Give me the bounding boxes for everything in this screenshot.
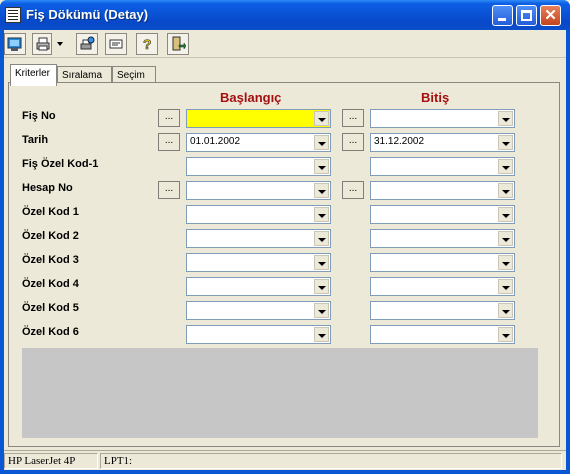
ozel-kod-6-end-combo[interactable] <box>370 325 515 344</box>
criteria-panel: Başlangıç Bitiş Fiş No ... ... Tarih ...… <box>8 82 560 447</box>
combo-value: 01.01.2002 <box>190 136 241 147</box>
client-area: ? Kriterler Sıralama Seçim Başlangıç Bit… <box>4 30 566 470</box>
hesap-no-end-combo[interactable] <box>370 181 515 200</box>
ozel-kod-4-end-combo[interactable] <box>370 277 515 296</box>
tarih-start-combo[interactable]: 01.01.2002 <box>186 133 331 152</box>
chevron-down-icon[interactable] <box>498 255 513 270</box>
ozel-kod-5-end-combo[interactable] <box>370 301 515 320</box>
minimize-button[interactable] <box>492 5 513 26</box>
title-bar[interactable]: Fiş Dökümü (Detay) ✕ <box>0 0 570 30</box>
chevron-down-icon[interactable] <box>314 183 329 198</box>
preview-icon <box>7 37 22 51</box>
preview-button[interactable] <box>4 33 26 55</box>
tarih-end-lookup-button[interactable]: ... <box>342 133 364 151</box>
ozel-kod-5-start-combo[interactable] <box>186 301 331 320</box>
fis-ozel-kod-1-end-combo[interactable] <box>370 157 515 176</box>
export-button[interactable] <box>105 33 127 55</box>
fis-no-start-combo[interactable] <box>186 109 331 128</box>
exit-icon <box>172 36 186 51</box>
ozel-kod-1-start-combo[interactable] <box>186 205 331 224</box>
chevron-down-icon[interactable] <box>314 279 329 294</box>
chevron-down-icon[interactable] <box>498 327 513 342</box>
help-button[interactable]: ? <box>136 33 158 55</box>
help-icon: ? <box>143 36 152 52</box>
exit-button[interactable] <box>167 33 189 55</box>
row-label-ozel-kod-2: Özel Kod 2 <box>22 230 79 242</box>
chevron-down-icon[interactable] <box>498 207 513 222</box>
tarih-start-lookup-button[interactable]: ... <box>158 133 180 151</box>
chevron-down-icon[interactable] <box>314 327 329 342</box>
chevron-down-icon[interactable] <box>314 231 329 246</box>
chevron-down-icon[interactable] <box>314 111 329 126</box>
chevron-down-icon[interactable] <box>498 303 513 318</box>
row-label-ozel-kod-4: Özel Kod 4 <box>22 278 79 290</box>
chevron-down-icon[interactable] <box>498 159 513 174</box>
chevron-down-icon[interactable] <box>314 255 329 270</box>
fis-no-end-lookup-button[interactable]: ... <box>342 109 364 127</box>
status-bar: HP LaserJet 4P LPT1: <box>4 450 566 470</box>
ozel-kod-2-start-combo[interactable] <box>186 229 331 248</box>
row-label-ozel-kod-1: Özel Kod 1 <box>22 206 79 218</box>
ozel-kod-4-start-combo[interactable] <box>186 277 331 296</box>
chevron-down-icon[interactable] <box>314 159 329 174</box>
row-label-hesap-no: Hesap No <box>22 182 73 194</box>
ozel-kod-1-end-combo[interactable] <box>370 205 515 224</box>
tab-label: Kriterler <box>15 68 51 79</box>
main-window: Fiş Dökümü (Detay) ✕ ? Kriterler Sıralam… <box>0 0 570 474</box>
row-label-tarih: Tarih <box>22 134 49 146</box>
tab-label: Sıralama <box>62 70 103 81</box>
fis-no-end-combo[interactable] <box>370 109 515 128</box>
chevron-down-icon[interactable] <box>314 207 329 222</box>
chevron-down-icon[interactable] <box>498 183 513 198</box>
chevron-down-icon[interactable] <box>498 135 513 150</box>
fis-no-start-lookup-button[interactable]: ... <box>158 109 180 127</box>
end-column-heading: Bitiş <box>421 90 450 105</box>
printer-icon <box>36 37 50 51</box>
tab-kriterler[interactable]: Kriterler <box>10 64 57 86</box>
hesap-no-start-combo[interactable] <box>186 181 331 200</box>
status-printer: HP LaserJet 4P <box>4 453 98 469</box>
row-label-ozel-kod-6: Özel Kod 6 <box>22 326 79 338</box>
row-label-ozel-kod-3: Özel Kod 3 <box>22 254 79 266</box>
svg-text:?: ? <box>143 36 152 52</box>
export-icon <box>109 39 123 49</box>
window-title: Fiş Dökümü (Detay) <box>26 7 149 22</box>
app-icon <box>5 7 21 23</box>
maximize-button[interactable] <box>516 5 537 26</box>
chevron-down-icon[interactable] <box>498 111 513 126</box>
toolbar: ? <box>4 30 566 58</box>
print-button[interactable] <box>32 33 52 55</box>
status-port: LPT1: <box>100 453 562 469</box>
ozel-kod-2-end-combo[interactable] <box>370 229 515 248</box>
hesap-no-start-lookup-button[interactable]: ... <box>158 181 180 199</box>
fis-ozel-kod-1-start-combo[interactable] <box>186 157 331 176</box>
ozel-kod-3-start-combo[interactable] <box>186 253 331 272</box>
close-icon: ✕ <box>544 7 557 24</box>
row-label-fis-no: Fiş No <box>22 110 56 122</box>
start-column-heading: Başlangıç <box>220 90 282 105</box>
combo-value: 31.12.2002 <box>374 136 425 147</box>
tarih-end-combo[interactable]: 31.12.2002 <box>370 133 515 152</box>
empty-grid-area <box>22 348 538 438</box>
tab-label: Seçim <box>117 70 145 81</box>
ozel-kod-3-end-combo[interactable] <box>370 253 515 272</box>
chevron-down-icon[interactable] <box>498 231 513 246</box>
chevron-down-icon[interactable] <box>314 303 329 318</box>
hesap-no-end-lookup-button[interactable]: ... <box>342 181 364 199</box>
print-setup-button[interactable] <box>76 33 98 55</box>
print-setup-icon <box>80 36 95 50</box>
close-button[interactable]: ✕ <box>540 5 561 26</box>
row-label-fis-ozel-kod-1: Fiş Özel Kod-1 <box>22 158 99 170</box>
ozel-kod-6-start-combo[interactable] <box>186 325 331 344</box>
print-dropdown-arrow[interactable] <box>57 42 63 46</box>
chevron-down-icon[interactable] <box>498 279 513 294</box>
row-label-ozel-kod-5: Özel Kod 5 <box>22 302 79 314</box>
chevron-down-icon[interactable] <box>314 135 329 150</box>
